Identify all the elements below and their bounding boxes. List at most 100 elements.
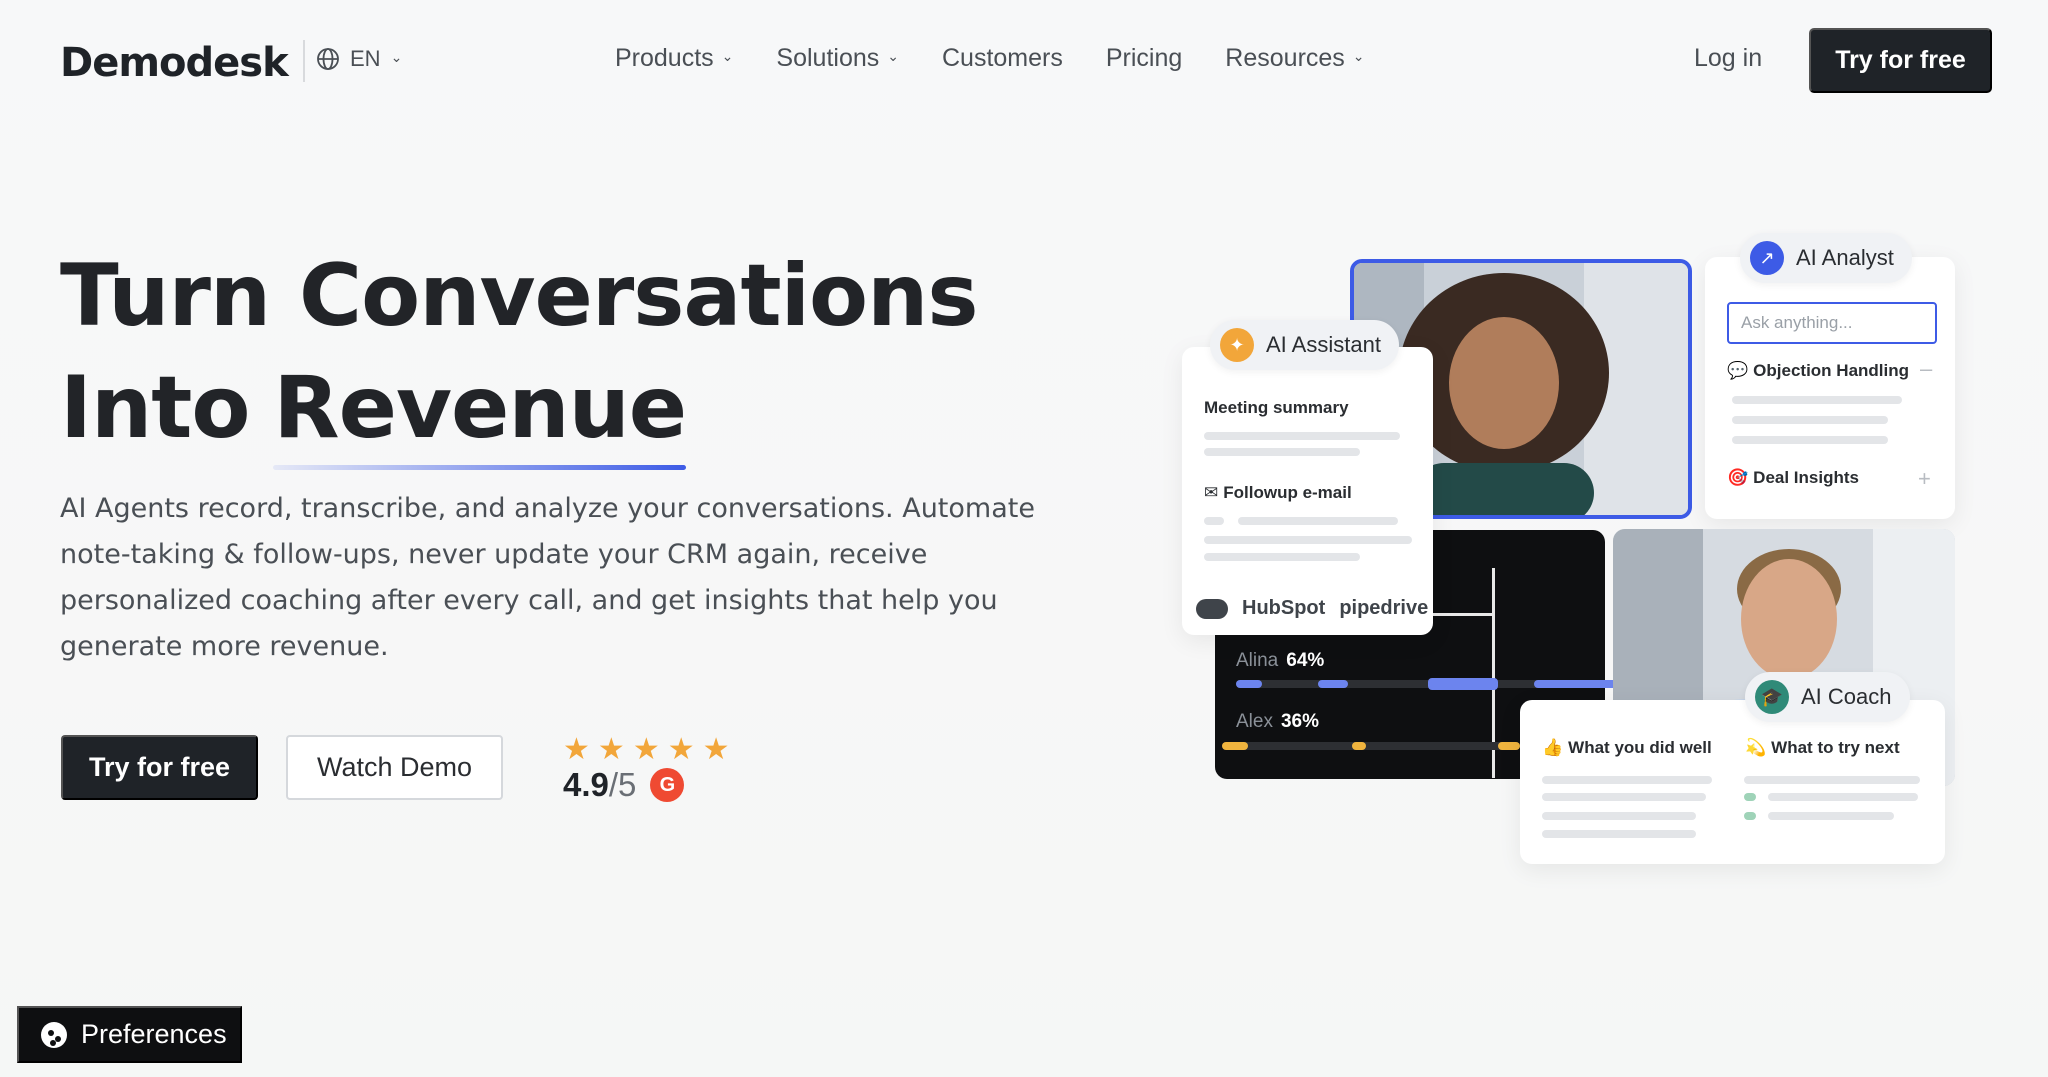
hubspot-logo: HubSpot: [1242, 597, 1326, 619]
hero-description: AI Agents record, transcribe, and analyz…: [60, 493, 1035, 662]
ai-analyst-pill: ↗ AI Analyst: [1740, 233, 1912, 283]
minus-icon[interactable]: –: [1920, 356, 1932, 382]
nav-solutions[interactable]: Solutions ⌄: [776, 44, 899, 73]
placeholder-line: [1204, 536, 1412, 544]
rating-stars: ★ ★ ★ ★ ★: [563, 732, 730, 767]
try-for-free-button-header[interactable]: Try for free: [1809, 28, 1992, 93]
nav-products-label: Products: [615, 44, 714, 72]
g2-badge-icon: G: [650, 768, 685, 802]
salesforce-icon: [1196, 598, 1228, 619]
placeholder-line: [1744, 776, 1920, 784]
talk-segment: [1222, 742, 1248, 750]
followup-label: Followup e-mail: [1223, 483, 1352, 502]
title-line-2: Into Revenue: [60, 352, 978, 470]
talk-segment: [1498, 742, 1520, 750]
language-selector[interactable]: EN ⌄: [316, 46, 402, 72]
language-code: EN: [350, 46, 381, 71]
envelope-icon: ✉: [1204, 483, 1219, 502]
nav-pricing[interactable]: Pricing: [1106, 44, 1182, 73]
page-title: Turn Conversations Into Revenue: [60, 240, 979, 470]
title-word-into: Into: [60, 358, 250, 458]
placeholder-line: [1204, 517, 1224, 525]
talk-segment: [1318, 680, 1348, 688]
objection-handling: 💬 Objection Handling: [1727, 361, 1909, 381]
star-icon: ★: [563, 733, 590, 766]
placeholder-line: [1542, 830, 1696, 838]
placeholder-line: [1732, 416, 1888, 424]
speech-bubble-icon: 💬: [1727, 361, 1749, 380]
speaker-alex-pct: 36%: [1280, 711, 1319, 732]
graduation-cap-icon: 🎓: [1755, 680, 1789, 714]
nav-resources[interactable]: Resources ⌄: [1225, 44, 1364, 73]
cookie-icon: [41, 1021, 67, 1048]
nav-products[interactable]: Products ⌄: [615, 44, 733, 73]
placeholder-line: [1542, 776, 1712, 784]
star-icon: ★: [702, 733, 730, 766]
chevron-down-icon: ⌄: [390, 48, 403, 65]
nav-customers-label: Customers: [942, 44, 1063, 72]
placeholder-line: [1732, 436, 1888, 444]
deal-insights: 🎯 Deal Insights: [1727, 468, 1859, 488]
star-icon: ★: [597, 733, 625, 766]
try-next-label: What to try next: [1771, 738, 1900, 757]
placeholder-line: [1238, 517, 1398, 525]
talk-segment: [1428, 678, 1498, 690]
chevron-down-icon: ⌄: [721, 48, 734, 64]
nav-customers[interactable]: Customers: [942, 44, 1063, 73]
globe-icon: [316, 47, 340, 71]
placeholder-line: [1732, 396, 1902, 404]
followup-email: ✉ Followup e-mail: [1204, 483, 1352, 503]
what-to-try-next: 💫 What to try next: [1745, 738, 1900, 758]
trend-up-icon: ↗: [1750, 241, 1784, 275]
ai-coach-pill: 🎓 AI Coach: [1745, 672, 1910, 722]
placeholder-dot: [1744, 812, 1756, 820]
did-well-label: What you did well: [1568, 738, 1712, 757]
what-you-did-well: 👍 What you did well: [1542, 738, 1712, 758]
rating-max: /5: [608, 766, 637, 803]
ai-analyst-label: AI Analyst: [1796, 245, 1894, 270]
rating: 4.9 /5 G: [563, 766, 685, 804]
star-icon: ★: [632, 733, 660, 766]
placeholder-line: [1204, 448, 1360, 456]
star-icon: ★: [667, 733, 695, 766]
lightbulb-icon: 💫: [1745, 738, 1767, 757]
ai-assistant-label: AI Assistant: [1266, 332, 1381, 357]
cursor-line-horizontal: [1432, 613, 1494, 616]
thumbs-up-icon: 👍: [1542, 738, 1564, 757]
main-nav: Products ⌄ Solutions ⌄ Customers Pricing…: [615, 44, 1408, 73]
ai-assistant-pill: ✦ AI Assistant: [1210, 320, 1399, 370]
placeholder-line: [1542, 793, 1706, 801]
deal-insights-label: Deal Insights: [1753, 468, 1859, 487]
speaker-alina-name: Alina: [1236, 650, 1279, 671]
title-line-1: Turn Conversations: [60, 246, 979, 346]
chevron-down-icon: ⌄: [1352, 48, 1365, 64]
plus-icon[interactable]: +: [1918, 466, 1931, 492]
speaker-alina: Alina 64%: [1236, 650, 1324, 672]
placeholder-line: [1768, 812, 1894, 820]
talk-segment: [1352, 742, 1366, 750]
try-for-free-button[interactable]: Try for free: [61, 735, 258, 800]
title-word-revenue: Revenue: [273, 352, 687, 470]
divider: [303, 40, 305, 82]
watch-demo-button[interactable]: Watch Demo: [286, 735, 503, 800]
ask-anything-input[interactable]: Ask anything...: [1727, 302, 1937, 344]
login-link[interactable]: Log in: [1694, 44, 1762, 73]
objection-label: Objection Handling: [1753, 361, 1910, 380]
cookie-preferences-button[interactable]: Preferences: [17, 1006, 242, 1063]
pipedrive-logo: pipedrive: [1339, 597, 1429, 619]
cookie-preferences-label: Preferences: [81, 1019, 227, 1049]
talk-track-alex: [1236, 742, 1516, 750]
placeholder-line: [1768, 793, 1918, 801]
meeting-summary: Meeting summary: [1204, 398, 1349, 417]
sparkle-icon: ✦: [1220, 328, 1254, 362]
logo-text: Demodesk: [60, 40, 289, 86]
talk-segment: [1236, 680, 1262, 688]
placeholder-line: [1204, 432, 1400, 440]
chevron-down-icon: ⌄: [887, 48, 899, 64]
speaker-alex-name: Alex: [1236, 711, 1273, 732]
nav-pricing-label: Pricing: [1105, 44, 1183, 72]
rating-score: 4.9: [563, 766, 609, 803]
logo[interactable]: Demodesk: [60, 40, 289, 86]
placeholder-dot: [1744, 793, 1756, 801]
placeholder-line: [1204, 553, 1360, 561]
